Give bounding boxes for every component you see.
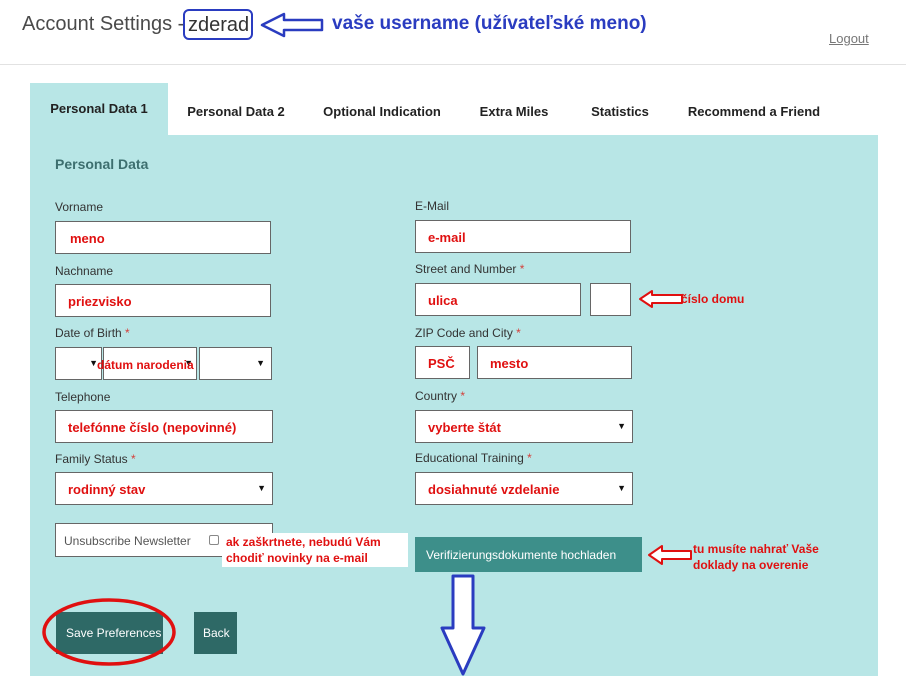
country-select[interactable]: vyberte štát ▼ bbox=[415, 410, 633, 443]
tab-extra-miles[interactable]: Extra Miles bbox=[470, 83, 558, 135]
section-title: Personal Data bbox=[55, 156, 149, 172]
vorname-label: Vorname bbox=[55, 200, 104, 214]
down-arrow-icon bbox=[440, 574, 486, 676]
tab-optional-indication[interactable]: Optional Indication bbox=[316, 83, 448, 135]
house-number-field[interactable] bbox=[590, 283, 631, 316]
dob-label: Date of Birth * bbox=[55, 326, 130, 340]
tab-statistics[interactable]: Statistics bbox=[580, 83, 660, 135]
tab-personal-data-2[interactable]: Personal Data 2 bbox=[178, 83, 294, 135]
zip-field[interactable]: PSČ bbox=[415, 346, 470, 379]
logout-link[interactable]: Logout bbox=[829, 31, 869, 46]
street-label: Street and Number * bbox=[415, 262, 525, 276]
dob-year-select[interactable]: ▼ bbox=[199, 347, 272, 380]
country-label: Country * bbox=[415, 389, 466, 403]
email-label: E-Mail bbox=[415, 199, 450, 213]
username: zderad bbox=[183, 9, 253, 40]
nachname-field[interactable]: priezvisko bbox=[55, 284, 271, 317]
dob-day-select[interactable]: ▼ bbox=[55, 347, 102, 380]
back-button[interactable]: Back bbox=[194, 612, 237, 654]
telephone-field[interactable]: telefónne číslo (nepovinné) bbox=[55, 410, 273, 443]
tab-recommend-a-friend[interactable]: Recommend a Friend bbox=[682, 83, 826, 135]
zip-city-label: ZIP Code and City * bbox=[415, 326, 521, 340]
header-divider bbox=[0, 64, 906, 65]
dob-annotation: dátum narodenia bbox=[97, 358, 194, 372]
education-label: Educational Training * bbox=[415, 451, 532, 465]
newsletter-checkbox[interactable] bbox=[209, 535, 219, 545]
vorname-field[interactable]: meno bbox=[55, 221, 271, 254]
left-arrow-icon bbox=[260, 12, 324, 38]
username-annotation: vaše username (užívateľské meno) bbox=[332, 13, 647, 34]
upload-annotation: tu musíte nahrať Vaše doklady na overenie bbox=[693, 542, 819, 572]
telephone-label: Telephone bbox=[55, 390, 111, 404]
left-arrow-icon bbox=[639, 290, 683, 308]
highlight-ellipse bbox=[42, 598, 176, 666]
tab-bar: Personal Data 1 Personal Data 2 Optional… bbox=[30, 83, 878, 135]
newsletter-annotation: ak zaškrtnete, nebudú Vám chodiť novinky … bbox=[222, 533, 408, 567]
upload-verification-button[interactable]: Verifizierungsdokumente hochladen bbox=[415, 537, 642, 572]
tab-personal-data-1[interactable]: Personal Data 1 bbox=[30, 83, 168, 135]
page-title: Account Settings - bbox=[22, 13, 185, 35]
family-status-label: Family Status * bbox=[55, 452, 136, 466]
street-field[interactable]: ulica bbox=[415, 283, 581, 316]
education-select[interactable]: dosiahnuté vzdelanie ▼ bbox=[415, 472, 633, 505]
family-status-select[interactable]: rodinný stav ▼ bbox=[55, 472, 273, 505]
email-field[interactable]: e-mail bbox=[415, 220, 631, 253]
house-number-annotation: číslo domu bbox=[681, 292, 745, 306]
nachname-label: Nachname bbox=[55, 264, 114, 278]
city-field[interactable]: mesto bbox=[477, 346, 632, 379]
left-arrow-icon bbox=[648, 545, 692, 565]
